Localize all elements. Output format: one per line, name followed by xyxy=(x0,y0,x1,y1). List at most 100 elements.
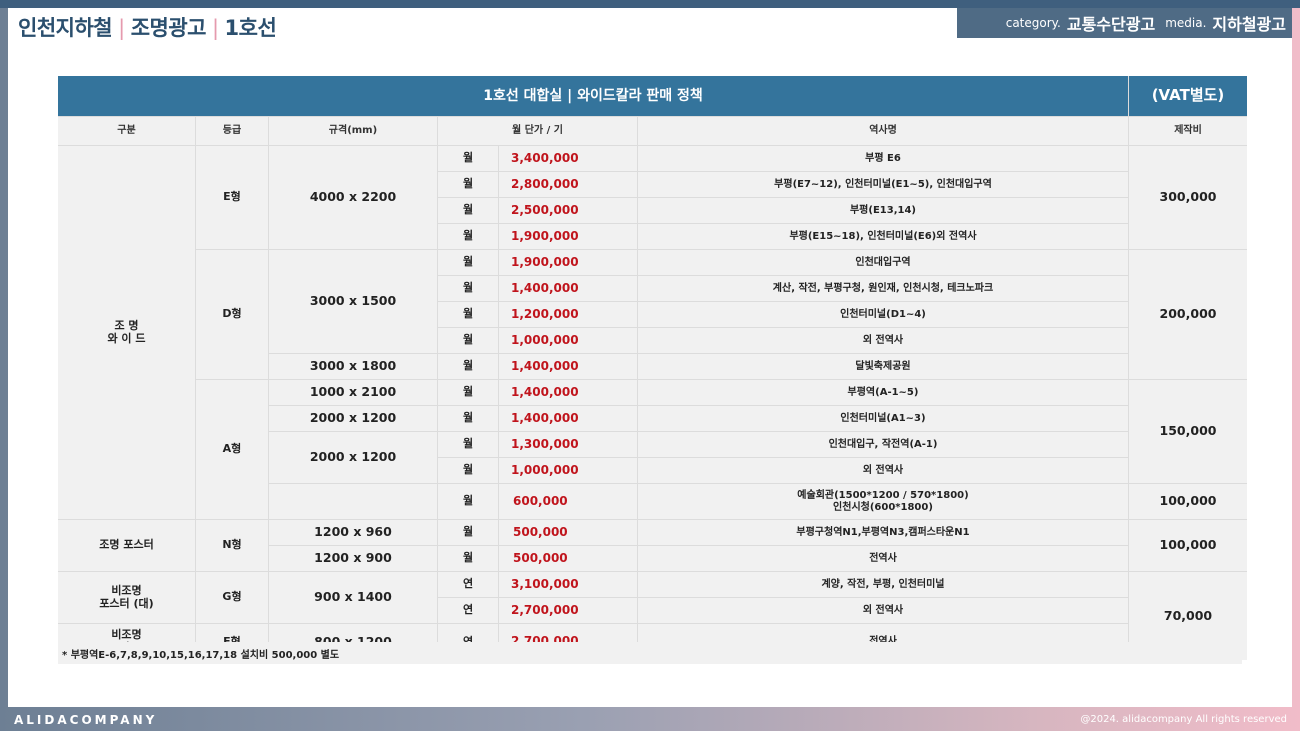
price-unit: 월 xyxy=(438,250,498,275)
price-unit: 월 xyxy=(438,276,498,301)
brand-logo-text: ALIDACOMPANY xyxy=(14,713,158,727)
production-cost: 200,000 xyxy=(1129,250,1247,379)
production-cost: 100,000 xyxy=(1129,520,1247,571)
price-value: 1,400,000 xyxy=(499,354,637,379)
station-name: 예술회관(1500*1200 / 570*1800) 인천시청(600*1800… xyxy=(638,484,1128,519)
col-header-price: 월 단가 / 기 xyxy=(438,117,637,145)
production-cost: 300,000 xyxy=(1129,146,1247,249)
price-value: 1,400,000 xyxy=(499,406,637,431)
station-name: 인천터미널(D1~4) xyxy=(638,302,1128,327)
price-unit: 월 xyxy=(438,406,498,431)
price-unit: 월 xyxy=(438,302,498,327)
station-name: 부평 E6 xyxy=(638,146,1128,171)
price-value: 1,000,000 xyxy=(499,328,637,353)
grade-d: D형 xyxy=(196,250,268,379)
station-name: 부평구청역N1,부평역N3,캠퍼스타운N1 xyxy=(638,520,1128,545)
category-label: category. xyxy=(1005,16,1061,30)
price-unit: 월 xyxy=(438,484,498,519)
price-unit: 월 xyxy=(438,546,498,571)
price-unit: 월 xyxy=(438,380,498,405)
station-name: 인천대입구, 작전역(A-1) xyxy=(638,432,1128,457)
price-unit: 월 xyxy=(438,458,498,483)
price-value: 2,500,000 xyxy=(499,198,637,223)
size-cell: 1000 x 2100 xyxy=(269,380,437,405)
price-unit: 월 xyxy=(438,328,498,353)
group-lit-wide: 조 명 와 이 드 xyxy=(58,146,195,519)
station-name: 인천터미널(A1~3) xyxy=(638,406,1128,431)
price-value: 1,300,000 xyxy=(499,432,637,457)
group-unlit-poster-large: 비조명 포스터 (대) xyxy=(58,572,195,623)
price-value: 3,100,000 xyxy=(499,572,637,597)
col-header-station: 역사명 xyxy=(638,117,1128,145)
size-cell: 4000 x 2200 xyxy=(269,146,437,249)
category-value: 교통수단광고 xyxy=(1066,15,1156,34)
station-name: 전역사 xyxy=(638,546,1128,571)
production-cost: 150,000 xyxy=(1129,380,1247,483)
price-value: 600,000 xyxy=(499,484,637,519)
price-value: 1,200,000 xyxy=(499,302,637,327)
price-value: 1,400,000 xyxy=(499,380,637,405)
size-cell-empty xyxy=(269,484,437,519)
title-separator: | xyxy=(211,16,219,40)
page-title: 인천지하철 | 조명광고 | 1호선 xyxy=(18,12,277,42)
size-cell: 2000 x 1200 xyxy=(269,406,437,431)
title-part-2: 조명광고 xyxy=(130,16,207,40)
station-name: 부평(E15~18), 인천터미널(E6)외 전역사 xyxy=(638,224,1128,249)
price-unit: 월 xyxy=(438,354,498,379)
price-value: 1,900,000 xyxy=(499,250,637,275)
media-value: 지하철광고 xyxy=(1212,15,1286,34)
grade-a: A형 xyxy=(196,380,268,519)
group-lit-poster: 조명 포스터 xyxy=(58,520,195,571)
station-name: 부평(E13,14) xyxy=(638,198,1128,223)
col-header-size: 규격(mm) xyxy=(269,117,437,145)
station-name: 부평(E7~12), 인천터미널(E1~5), 인천대입구역 xyxy=(638,172,1128,197)
size-cell: 3000 x 1800 xyxy=(269,354,437,379)
size-cell: 2000 x 1200 xyxy=(269,432,437,483)
grade-e: E형 xyxy=(196,146,268,249)
category-box: category. 교통수단광고 media. 지하철광고 xyxy=(957,8,1292,38)
price-value: 1,400,000 xyxy=(499,276,637,301)
col-header-production: 제작비 xyxy=(1129,117,1247,145)
station-name: 부평역(A-1~5) xyxy=(638,380,1128,405)
price-unit: 월 xyxy=(438,520,498,545)
table-banner: 1호선 대합실 | 와이드칼라 판매 정책 xyxy=(58,76,1128,116)
top-strip xyxy=(0,0,1300,8)
size-cell: 1200 x 900 xyxy=(269,546,437,571)
station-name: 외 전역사 xyxy=(638,458,1128,483)
price-unit: 월 xyxy=(438,172,498,197)
price-value: 1,000,000 xyxy=(499,458,637,483)
price-unit: 월 xyxy=(438,224,498,249)
price-value: 2,700,000 xyxy=(499,598,637,623)
price-unit: 월 xyxy=(438,198,498,223)
station-name: 계산, 작전, 부평구청, 원인재, 인천시청, 테크노파크 xyxy=(638,276,1128,301)
title-separator: | xyxy=(118,16,125,40)
price-unit: 연 xyxy=(438,572,498,597)
price-unit: 월 xyxy=(438,146,498,171)
price-unit: 연 xyxy=(438,598,498,623)
station-name: 외 전역사 xyxy=(638,598,1128,623)
price-value: 500,000 xyxy=(499,520,637,545)
size-cell: 3000 x 1500 xyxy=(269,250,437,353)
title-part-3: 1호선 xyxy=(224,16,277,40)
copyright-text: @2024. alidacompany All rights reserved xyxy=(1080,714,1287,725)
title-part-1: 인천지하철 xyxy=(18,16,113,40)
price-value: 500,000 xyxy=(499,546,637,571)
price-value: 1,900,000 xyxy=(499,224,637,249)
col-header-category: 구분 xyxy=(58,117,195,145)
size-cell: 900 x 1400 xyxy=(269,572,437,623)
size-cell: 1200 x 960 xyxy=(269,520,437,545)
grade-g: G형 xyxy=(196,572,268,623)
table-footnote: * 부평역E-6,7,8,9,10,15,16,17,18 설치비 500,00… xyxy=(58,642,1242,664)
station-name: 외 전역사 xyxy=(638,328,1128,353)
col-header-grade: 등급 xyxy=(196,117,268,145)
station-name: 계양, 작전, 부평, 인천터미널 xyxy=(638,572,1128,597)
price-value: 2,800,000 xyxy=(499,172,637,197)
price-value: 3,400,000 xyxy=(499,146,637,171)
production-cost: 100,000 xyxy=(1129,484,1247,519)
media-label: media. xyxy=(1165,16,1207,30)
price-unit: 월 xyxy=(438,432,498,457)
grade-n: N형 xyxy=(196,520,268,571)
station-name: 인천대입구역 xyxy=(638,250,1128,275)
vat-note: (VAT별도) xyxy=(1129,76,1247,116)
station-name: 달빛축제공원 xyxy=(638,354,1128,379)
